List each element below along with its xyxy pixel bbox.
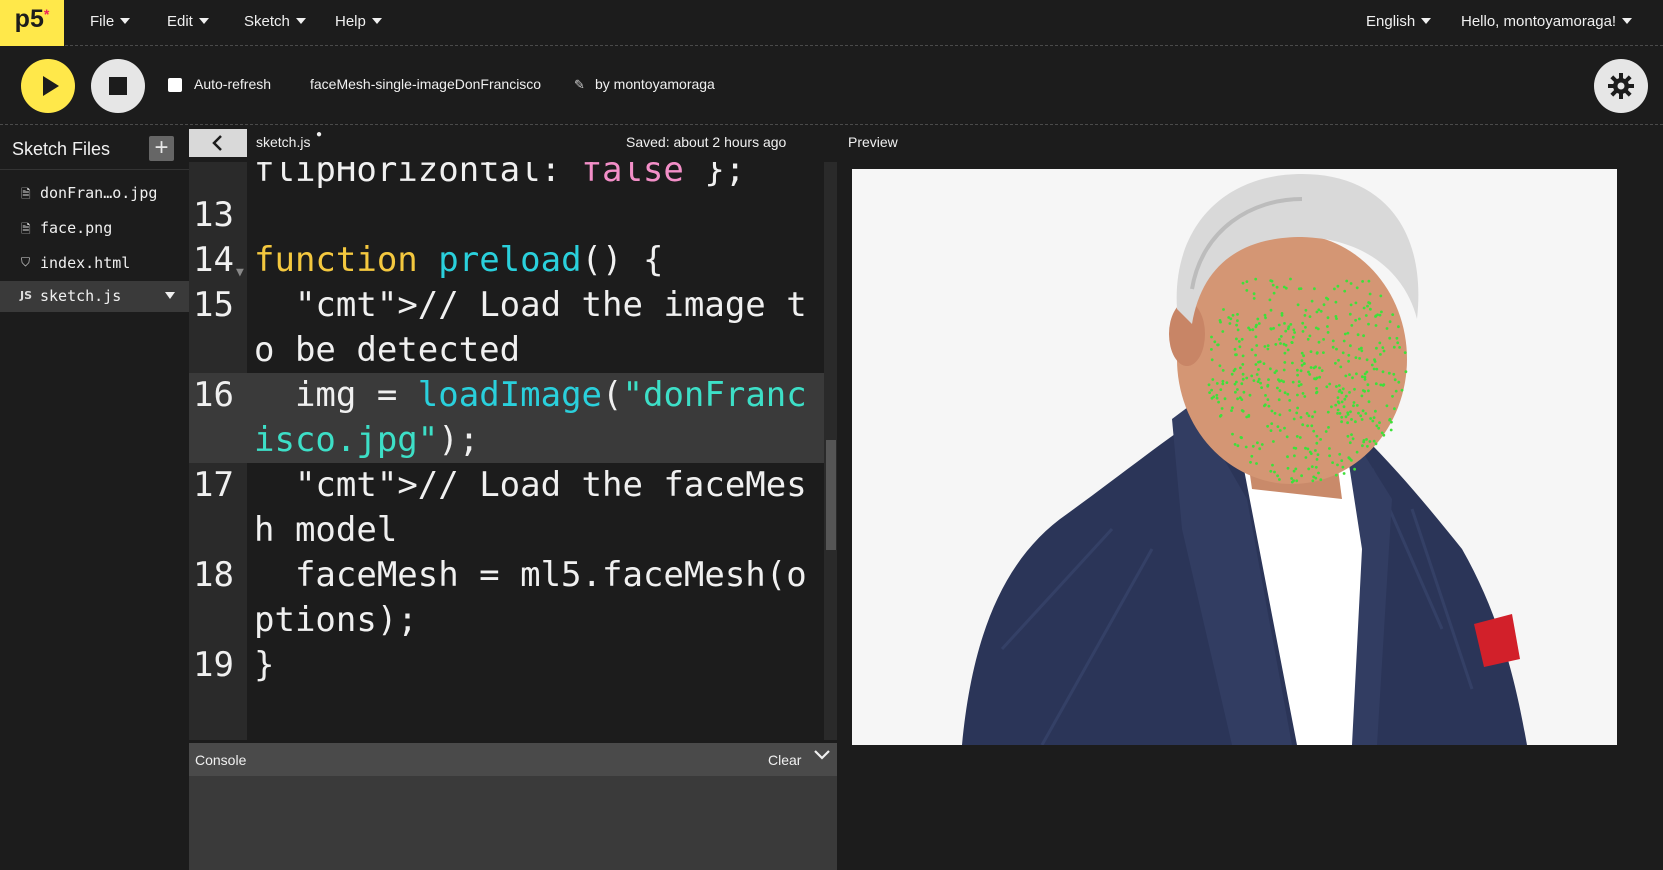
preview-canvas[interactable] xyxy=(852,169,1617,745)
console-output xyxy=(189,776,837,870)
line-number: 17 xyxy=(193,465,234,505)
file-item-index[interactable]: ⛉ index.html xyxy=(0,248,189,279)
editor-header: sketch.js ● Saved: about 2 hours ago xyxy=(189,128,837,160)
console-title: Console xyxy=(195,752,247,768)
console-header: Console Clear xyxy=(189,743,837,776)
menu-sketch[interactable]: Sketch xyxy=(244,13,306,30)
code-text: "cmt">// Load the image to be detected xyxy=(254,285,807,370)
console-clear-button[interactable]: Clear xyxy=(768,752,801,768)
p5-logo[interactable]: p5* xyxy=(0,0,64,46)
code-text: "cmt">// Load the faceMesh model xyxy=(254,465,807,550)
chevron-left-icon xyxy=(212,135,222,151)
code-line[interactable]: 15 "cmt">// Load the image to be detecte… xyxy=(189,283,837,373)
stop-icon xyxy=(109,77,127,95)
file-item-image[interactable]: 🗎 donFran…o.jpg xyxy=(0,178,189,209)
preview-label: Preview xyxy=(848,134,898,150)
line-number: 15 xyxy=(193,285,234,325)
file-item-sketch[interactable]: JS sketch.js xyxy=(0,281,189,312)
gear-icon xyxy=(1608,73,1634,99)
logo-text: p5* xyxy=(14,4,50,33)
settings-button[interactable] xyxy=(1594,59,1648,113)
pencil-icon[interactable]: ✎ xyxy=(574,77,585,93)
js-file-icon: JS xyxy=(20,289,33,302)
code-editor[interactable]: flipHorizontal: false }; 13 14 ▼ function p… xyxy=(189,162,837,740)
save-status: Saved: about 2 hours ago xyxy=(626,134,787,150)
chevron-down-icon xyxy=(814,750,830,760)
code-text: } xyxy=(254,645,275,685)
file-icon: 🗎 xyxy=(21,187,31,201)
sidebar-header: Sketch Files + xyxy=(0,130,189,170)
auto-refresh-checkbox[interactable] xyxy=(168,78,182,92)
code-line[interactable]: 14 ▼ function preload() { xyxy=(189,238,837,283)
top-nav: p5* File Edit Sketch Help English Hello,… xyxy=(0,0,1663,46)
editor-scrollbar[interactable] xyxy=(824,162,837,740)
chevron-down-icon xyxy=(295,18,306,24)
file-item-face[interactable]: 🗎 face.png xyxy=(0,213,189,244)
html-file-icon: ⛉ xyxy=(21,255,31,269)
chevron-down-icon xyxy=(1421,18,1432,24)
add-file-button[interactable]: + xyxy=(149,136,174,161)
chevron-down-icon xyxy=(120,18,131,24)
sketch-name[interactable]: faceMesh-single-imageDonFrancisco xyxy=(310,76,541,92)
line-number: 18 xyxy=(193,555,234,595)
code-line[interactable]: 17 "cmt">// Load the faceMesh model xyxy=(189,463,837,553)
code-line[interactable]: 16 img = loadImage("donFrancisco.jpg"); xyxy=(189,373,837,463)
collapse-sidebar-button[interactable] xyxy=(189,129,247,157)
line-number: 16 xyxy=(193,375,234,415)
file-options-icon[interactable] xyxy=(165,292,175,299)
code-line[interactable]: 13 xyxy=(189,193,837,238)
code-text: function preload() { xyxy=(254,240,664,280)
preview-photo xyxy=(852,169,1617,745)
file-sidebar: Sketch Files + 🗎 donFran…o.jpg 🗎 face.pn… xyxy=(0,130,189,870)
toolbar: Auto-refresh faceMesh-single-imageDonFra… xyxy=(0,47,1663,125)
line-number: 19 xyxy=(193,645,234,685)
code-text: flipHorizontal: false }; xyxy=(254,162,746,190)
code-line[interactable]: flipHorizontal: false }; xyxy=(189,162,837,193)
language-menu[interactable]: English xyxy=(1366,13,1432,30)
menu-file[interactable]: File xyxy=(90,13,131,30)
code-content[interactable]: flipHorizontal: false }; 13 14 ▼ function p… xyxy=(189,162,837,688)
scroll-thumb[interactable] xyxy=(826,440,836,550)
stop-button[interactable] xyxy=(91,59,145,113)
console-collapse-button[interactable] xyxy=(813,748,831,767)
menu-edit[interactable]: Edit xyxy=(167,13,209,30)
editor-tab[interactable]: sketch.js xyxy=(256,134,310,150)
chevron-down-icon xyxy=(1622,18,1633,24)
code-text: faceMesh = ml5.faceMesh(options); xyxy=(254,555,807,640)
unsaved-indicator: ● xyxy=(316,129,323,140)
code-line[interactable]: 19} xyxy=(189,643,837,688)
play-icon xyxy=(42,76,59,96)
code-line[interactable]: 18 faceMesh = ml5.faceMesh(options); xyxy=(189,553,837,643)
line-number: 13 xyxy=(193,195,234,235)
user-menu[interactable]: Hello, montoyamoraga! xyxy=(1461,13,1633,30)
sidebar-title: Sketch Files xyxy=(12,139,111,159)
menu-help[interactable]: Help xyxy=(335,13,382,30)
code-text: img = loadImage("donFrancisco.jpg"); xyxy=(254,375,807,460)
play-button[interactable] xyxy=(21,59,75,113)
file-icon: 🗎 xyxy=(21,222,31,236)
sketch-owner: by montoyamoraga xyxy=(595,76,715,92)
chevron-down-icon xyxy=(198,18,209,24)
auto-refresh-label: Auto-refresh xyxy=(194,76,272,92)
chevron-down-icon xyxy=(371,18,382,24)
